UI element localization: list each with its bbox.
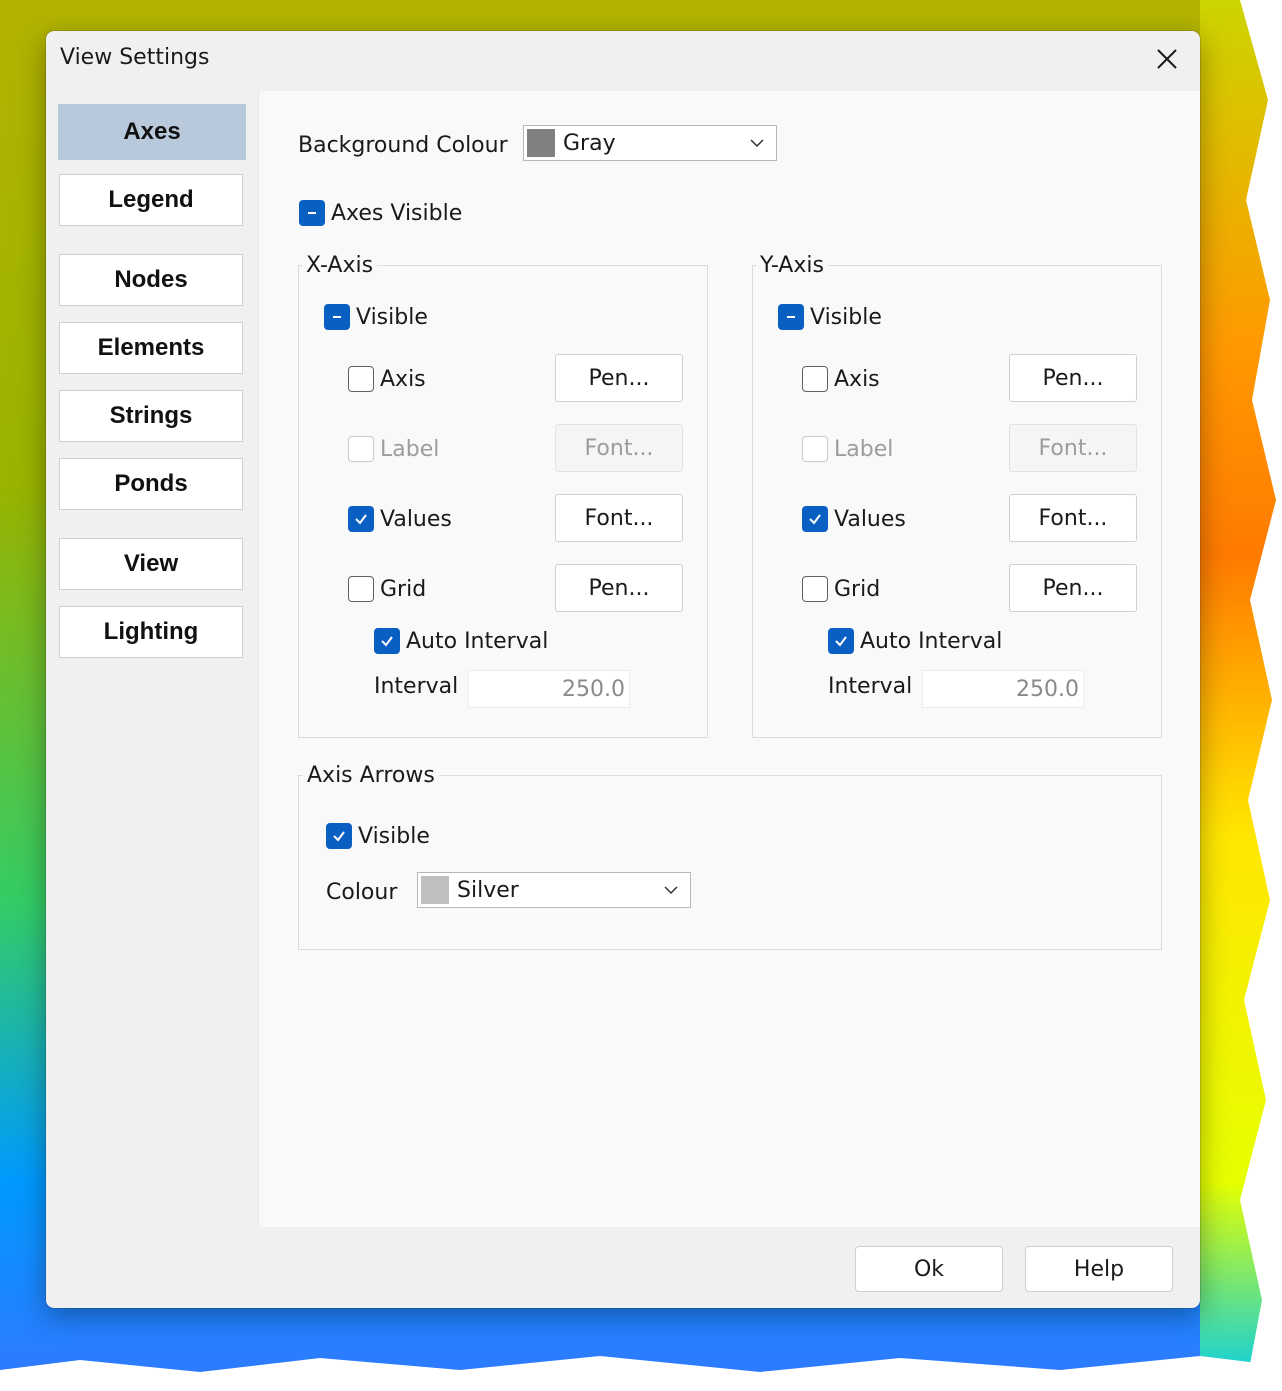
- checkmark-icon: [355, 514, 367, 525]
- chevron-down-icon: [750, 139, 764, 148]
- sidebar-item-elements[interactable]: Elements: [59, 322, 243, 374]
- sidebar-item-legend[interactable]: Legend: [59, 174, 243, 226]
- sidebar-item-ponds[interactable]: Ponds: [59, 458, 243, 510]
- x-auto-interval-label: Auto Interval: [406, 629, 549, 654]
- y-axis-checkbox[interactable]: [802, 366, 828, 392]
- x-interval-label: Interval: [374, 674, 459, 699]
- axes-visible-checkbox[interactable]: [299, 200, 325, 226]
- indeterminate-icon: [333, 316, 341, 318]
- arrows-colour-value: Silver: [457, 877, 519, 903]
- y-label-font-button: Font...: [1009, 424, 1137, 472]
- chevron-down-icon: [664, 886, 678, 895]
- y-values-checkbox[interactable]: [802, 506, 828, 532]
- y-grid-pen-button[interactable]: Pen...: [1009, 564, 1137, 612]
- y-visible-label: Visible: [810, 305, 882, 330]
- x-axis-group-title: X-Axis: [302, 253, 378, 278]
- sidebar-item-lighting[interactable]: Lighting: [59, 606, 243, 658]
- axis-arrows-group: [298, 775, 1162, 950]
- x-grid-checkbox[interactable]: [348, 576, 374, 602]
- dialog-title: View Settings: [60, 45, 210, 70]
- y-auto-interval-label: Auto Interval: [860, 629, 1003, 654]
- arrows-colour-swatch: [421, 876, 449, 904]
- indeterminate-icon: [787, 316, 795, 318]
- checkmark-icon: [835, 636, 847, 647]
- y-interval-label: Interval: [828, 674, 913, 699]
- x-interval-field[interactable]: 250.0: [468, 670, 630, 708]
- y-values-font-button[interactable]: Font...: [1009, 494, 1137, 542]
- view-settings-dialog: View Settings Axes Legend Nodes Elements…: [46, 31, 1200, 1308]
- y-interval-field[interactable]: 250.0: [922, 670, 1084, 708]
- x-grid-label: Grid: [380, 577, 427, 602]
- y-axis-label: Axis: [834, 367, 880, 392]
- sidebar-item-strings[interactable]: Strings: [59, 390, 243, 442]
- axes-settings-panel: Background Colour Gray Axes Visible X-Ax…: [258, 91, 1200, 1227]
- sidebar-item-axes[interactable]: Axes: [58, 104, 246, 160]
- close-icon: [1157, 49, 1177, 69]
- background-colour-select[interactable]: Gray: [523, 125, 777, 161]
- x-axis-label: Axis: [380, 367, 426, 392]
- background-colour-swatch: [527, 129, 555, 157]
- y-grid-checkbox[interactable]: [802, 576, 828, 602]
- axes-visible-label: Axes Visible: [331, 201, 463, 226]
- y-values-label: Values: [834, 507, 906, 532]
- axis-arrows-group-title: Axis Arrows: [303, 763, 439, 788]
- checkmark-icon: [333, 831, 345, 842]
- background-colour-label: Background Colour: [298, 133, 508, 158]
- x-label-label: Label: [380, 437, 440, 462]
- x-label-checkbox: [348, 436, 374, 462]
- x-axis-checkbox[interactable]: [348, 366, 374, 392]
- y-axis-pen-button[interactable]: Pen...: [1009, 354, 1137, 402]
- x-values-label: Values: [380, 507, 452, 532]
- x-values-checkbox[interactable]: [348, 506, 374, 532]
- y-grid-label: Grid: [834, 577, 881, 602]
- arrows-colour-select[interactable]: Silver: [417, 872, 691, 908]
- arrows-visible-label: Visible: [358, 824, 430, 849]
- sidebar-item-nodes[interactable]: Nodes: [59, 254, 243, 306]
- arrows-colour-label: Colour: [326, 880, 398, 905]
- y-label-label: Label: [834, 437, 894, 462]
- x-values-font-button[interactable]: Font...: [555, 494, 683, 542]
- checkmark-icon: [381, 636, 393, 647]
- background-colour-value: Gray: [563, 130, 616, 156]
- y-axis-group-title: Y-Axis: [756, 253, 828, 278]
- x-visible-label: Visible: [356, 305, 428, 330]
- close-button[interactable]: [1144, 39, 1190, 79]
- y-visible-checkbox[interactable]: [778, 304, 804, 330]
- help-button[interactable]: Help: [1025, 1246, 1173, 1292]
- x-axis-pen-button[interactable]: Pen...: [555, 354, 683, 402]
- y-auto-interval-checkbox[interactable]: [828, 628, 854, 654]
- sidebar-item-view[interactable]: View: [59, 538, 243, 590]
- x-grid-pen-button[interactable]: Pen...: [555, 564, 683, 612]
- x-label-font-button: Font...: [555, 424, 683, 472]
- indeterminate-icon: [308, 212, 316, 214]
- y-label-checkbox: [802, 436, 828, 462]
- x-visible-checkbox[interactable]: [324, 304, 350, 330]
- arrows-visible-checkbox[interactable]: [326, 823, 352, 849]
- ok-button[interactable]: Ok: [855, 1246, 1003, 1292]
- checkmark-icon: [809, 514, 821, 525]
- x-auto-interval-checkbox[interactable]: [374, 628, 400, 654]
